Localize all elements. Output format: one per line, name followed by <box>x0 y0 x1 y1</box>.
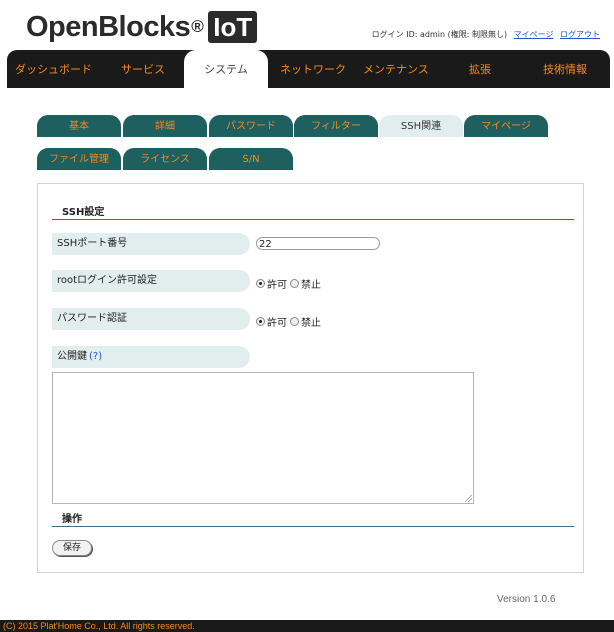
mypage-link[interactable]: マイページ <box>514 30 554 39</box>
tab-ssh[interactable]: SSH関連 <box>379 115 463 137</box>
root-login-label: rootログイン許可設定 <box>52 270 250 292</box>
password-auth-allow-label: 許可 <box>267 318 287 329</box>
nav-dashboard[interactable]: ダッシュボード <box>15 50 92 88</box>
ssh-section-divider <box>52 219 574 220</box>
nav-network[interactable]: ネットワーク <box>280 50 346 88</box>
pubkey-label-text: 公開鍵 <box>57 351 87 362</box>
brand-name: OpenBlocks <box>26 10 191 43</box>
tab-file-management[interactable]: ファイル管理 <box>37 148 121 170</box>
password-auth-allow-radio[interactable] <box>256 317 265 326</box>
operations-section-divider <box>52 526 574 527</box>
nav-system[interactable]: システム <box>184 50 268 88</box>
logout-link[interactable]: ログアウト <box>560 30 600 39</box>
root-login-allow-radio[interactable] <box>256 279 265 288</box>
version-label: Version 1.0.6 <box>497 594 556 605</box>
main-nav: ダッシュボード サービス システム ネットワーク メンテナンス 拡張 技術情報 <box>7 50 610 88</box>
root-login-deny-radio[interactable] <box>290 279 299 288</box>
pubkey-help-link[interactable]: (?) <box>89 351 102 362</box>
root-login-deny-label: 禁止 <box>301 280 321 291</box>
root-login-allow-label: 許可 <box>267 280 287 291</box>
tab-password[interactable]: パスワード <box>209 115 293 137</box>
login-user-info: ログイン ID: admin (権限: 制限無し) <box>371 30 508 39</box>
tab-basic[interactable]: 基本 <box>37 115 121 137</box>
password-auth-label: パスワード認証 <box>52 308 250 330</box>
operations-section-title: 操作 <box>62 514 82 525</box>
tab-mypage[interactable]: マイページ <box>464 115 548 137</box>
nav-extension[interactable]: 拡張 <box>469 50 491 88</box>
tab-license[interactable]: ライセンス <box>123 148 207 170</box>
tab-filter[interactable]: フィルター <box>294 115 378 137</box>
brand-logo: OpenBlocks ® IoT <box>26 10 258 44</box>
brand-registered-mark: ® <box>191 17 204 36</box>
ssh-section-title: SSH設定 <box>62 207 105 218</box>
login-info: ログイン ID: admin (権限: 制限無し) マイページ ログアウト <box>372 29 600 40</box>
save-button[interactable]: 保存 <box>52 540 92 556</box>
nav-tech-info[interactable]: 技術情報 <box>543 50 587 88</box>
ssh-port-label: SSHポート番号 <box>52 233 250 255</box>
brand-iot-badge: IoT <box>208 11 258 43</box>
pubkey-textarea[interactable] <box>52 372 474 504</box>
password-auth-deny-label: 禁止 <box>301 318 321 329</box>
footer-copyright: (C) 2015 Plat'Home Co., Ltd. All rights … <box>0 620 614 632</box>
nav-maintenance[interactable]: メンテナンス <box>363 50 429 88</box>
tab-detail[interactable]: 詳細 <box>123 115 207 137</box>
textarea-resize-handle[interactable] <box>465 495 472 502</box>
root-login-radio-group: 許可 禁止 <box>256 276 324 291</box>
ssh-port-input[interactable]: 22 <box>256 237 380 250</box>
tab-serial-number[interactable]: S/N <box>209 148 293 170</box>
password-auth-deny-radio[interactable] <box>290 317 299 326</box>
nav-service[interactable]: サービス <box>121 50 165 88</box>
pubkey-label: 公開鍵 (?) <box>52 346 250 368</box>
password-auth-radio-group: 許可 禁止 <box>256 314 324 329</box>
